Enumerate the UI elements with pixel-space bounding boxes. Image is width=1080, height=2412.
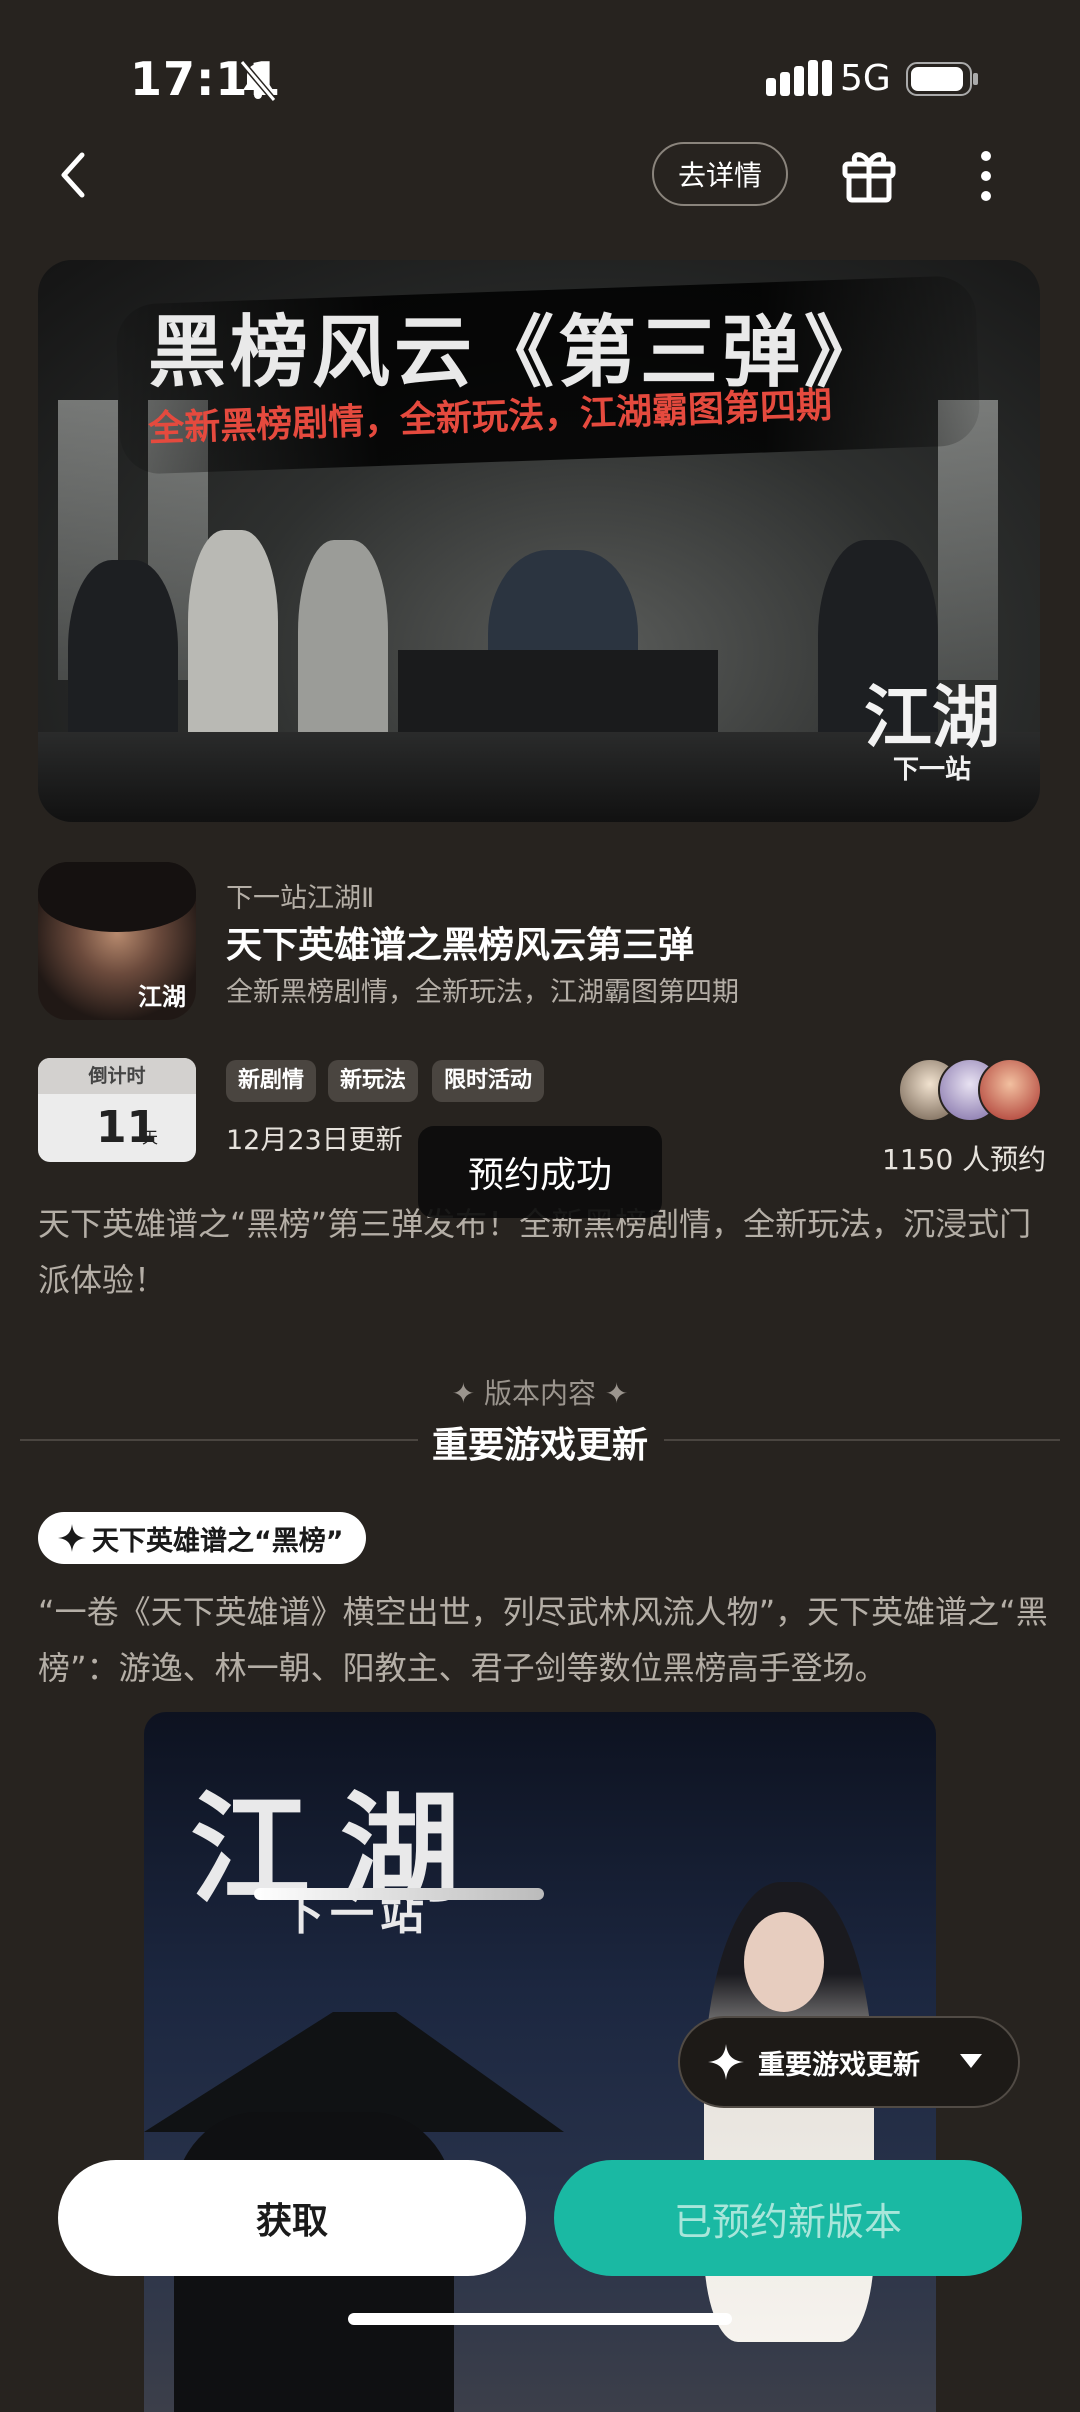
- countdown-label: 倒计时: [38, 1058, 196, 1094]
- section-switch-label: 重要游戏更新: [758, 2049, 920, 2081]
- section-switch-dropdown[interactable]: 重要游戏更新: [678, 2016, 1020, 2108]
- banner-figure: [188, 530, 278, 760]
- poster-heroine-face: [744, 1912, 824, 2012]
- event-description: 全新黑榜剧情，全新玩法，江湖霸图第四期: [226, 977, 739, 1008]
- gift-icon[interactable]: [840, 144, 898, 204]
- poster-blade: [254, 1888, 544, 1900]
- event-title: 天下英雄谱之黑榜风云第三弹: [226, 925, 695, 966]
- network-type: 5G: [840, 58, 891, 99]
- section-label: ✦ 版本内容 ✦: [451, 1377, 629, 1410]
- reserved-new-version-button[interactable]: 已预约新版本: [554, 2160, 1022, 2276]
- game-name: 下一站江湖Ⅱ: [226, 883, 375, 914]
- caret-down-icon: [960, 2054, 982, 2068]
- tag-new-story: 新剧情: [226, 1060, 317, 1102]
- mute-bell-icon: [239, 60, 277, 102]
- more-options-icon[interactable]: [976, 150, 996, 202]
- section-title: 重要游戏更新: [431, 1425, 648, 1466]
- banner-logo-main: 江湖: [863, 678, 1000, 758]
- go-to-details-button[interactable]: 去详情: [652, 142, 788, 206]
- battery-icon: [906, 62, 978, 96]
- tag-new-gameplay: 新玩法: [328, 1060, 419, 1102]
- icon-mark: 江湖: [138, 982, 186, 1011]
- sparkle-icon: [58, 1524, 86, 1552]
- update-date: 12月23日更新: [226, 1125, 403, 1156]
- countdown-unit: 天: [142, 1128, 159, 1147]
- content-heading-pill: 天下英雄谱之“黑榜”: [38, 1512, 366, 1564]
- reservation-count: 1150 人预约: [882, 1143, 1047, 1176]
- game-app-icon[interactable]: 江湖: [38, 862, 196, 1020]
- countdown-calendar: 倒计时 11 天: [38, 1058, 196, 1162]
- signal-icon: [766, 60, 832, 96]
- tag-limited-event: 限时活动: [432, 1060, 545, 1102]
- icon-hair: [38, 862, 196, 932]
- reservation-success-toast: 预约成功: [418, 1126, 662, 1218]
- get-button[interactable]: 获取: [58, 2160, 526, 2276]
- event-banner[interactable]: 黑榜风云《第三弹》 全新黑榜剧情，全新玩法，江湖霸图第四期 江湖 下一站: [38, 260, 1040, 822]
- sparkle-icon: [708, 2044, 744, 2080]
- home-indicator[interactable]: [348, 2313, 732, 2325]
- content-paragraph: “一卷《天下英雄谱》横空出世，列尽武林风流人物”，天下英雄谱之“黑榜”：游逸、林…: [38, 1593, 1048, 1687]
- reserved-users-avatars: [898, 1058, 1042, 1122]
- banner-game-logo: 江湖 下一站: [864, 662, 1000, 786]
- content-heading-label: 天下英雄谱之“黑榜”: [92, 1525, 344, 1557]
- avatar: [978, 1058, 1042, 1122]
- back-arrow-icon[interactable]: [52, 145, 100, 205]
